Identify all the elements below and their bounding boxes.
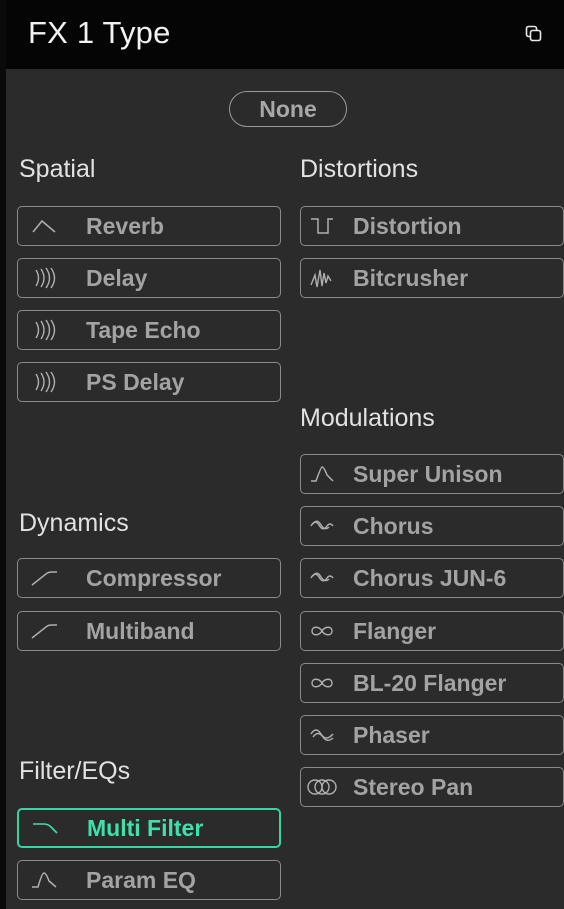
effect-tape-echo-button[interactable]: Tape Echo <box>17 310 281 350</box>
effect-flanger-button[interactable]: Flanger <box>300 611 564 651</box>
effect-label: Stereo Pan <box>353 773 474 800</box>
effect-multiband-button[interactable]: Multiband <box>17 611 281 651</box>
effect-label: Tape Echo <box>86 316 201 343</box>
effect-reverb-button[interactable]: Reverb <box>17 206 281 246</box>
effect-label: BL-20 Flanger <box>353 669 507 696</box>
section-filters: Filter/EQs <box>19 757 131 785</box>
none-button[interactable]: None <box>229 91 347 127</box>
effect-super-unison-button[interactable]: Super Unison <box>300 454 564 494</box>
effect-bitcrusher-button[interactable]: Bitcrusher <box>300 258 564 298</box>
effect-label: Chorus <box>353 512 434 539</box>
effect-stereo-pan-button[interactable]: Stereo Pan <box>300 767 564 807</box>
effect-label: Flanger <box>353 617 437 644</box>
effect-label: Multiband <box>86 617 195 644</box>
effect-label: Distortion <box>353 212 462 239</box>
flanger-icon <box>301 663 343 703</box>
bitcrusher-icon <box>301 258 343 298</box>
effect-label: Param EQ <box>86 866 196 893</box>
param-eq-icon <box>18 860 70 900</box>
effect-label: Compressor <box>86 564 222 591</box>
effect-ps-delay-button[interactable]: PS Delay <box>17 362 281 402</box>
effect-label: Bitcrusher <box>353 264 469 291</box>
effect-distortion-button[interactable]: Distortion <box>300 206 564 246</box>
section-spatial: Spatial <box>19 155 96 183</box>
distortion-icon <box>301 206 343 246</box>
reverb-icon <box>18 206 70 246</box>
effect-delay-button[interactable]: Delay <box>17 258 281 298</box>
panel-title: FX 1 Type <box>28 15 171 50</box>
delay-icon <box>18 258 70 298</box>
effect-param-eq-button[interactable]: Param EQ <box>17 860 281 900</box>
section-distortions: Distortions <box>300 155 419 183</box>
effect-phaser-button[interactable]: Phaser <box>300 715 564 755</box>
chorus-icon <box>301 558 343 598</box>
compressor-icon <box>18 611 70 651</box>
unison-icon <box>301 454 343 494</box>
effect-label: PS Delay <box>86 368 185 395</box>
section-dynamics: Dynamics <box>19 509 129 537</box>
effect-label: Chorus JUN-6 <box>353 564 507 591</box>
panel-header: FX 1 Type <box>6 0 564 69</box>
effect-multi-filter-button[interactable]: Multi Filter <box>17 808 281 848</box>
flanger-icon <box>301 611 343 651</box>
effect-label: Phaser <box>353 721 430 748</box>
effect-chorus-jun6-button[interactable]: Chorus JUN-6 <box>300 558 564 598</box>
effect-chorus-button[interactable]: Chorus <box>300 506 564 546</box>
effect-bl20-flanger-button[interactable]: BL-20 Flanger <box>300 663 564 703</box>
delay-icon <box>18 310 70 350</box>
delay-icon <box>18 362 70 402</box>
effect-label: Delay <box>86 264 148 291</box>
copy-icon[interactable] <box>525 25 543 43</box>
multi-filter-icon <box>19 808 71 848</box>
section-modulations: Modulations <box>300 404 435 432</box>
chorus-icon <box>301 506 343 546</box>
stereo-pan-icon <box>301 767 343 807</box>
effect-label: Multi Filter <box>87 814 204 841</box>
compressor-icon <box>18 558 70 598</box>
phaser-icon <box>301 715 343 755</box>
effect-label: Super Unison <box>353 460 503 487</box>
effect-label: Reverb <box>86 212 164 239</box>
effect-compressor-button[interactable]: Compressor <box>17 558 281 598</box>
